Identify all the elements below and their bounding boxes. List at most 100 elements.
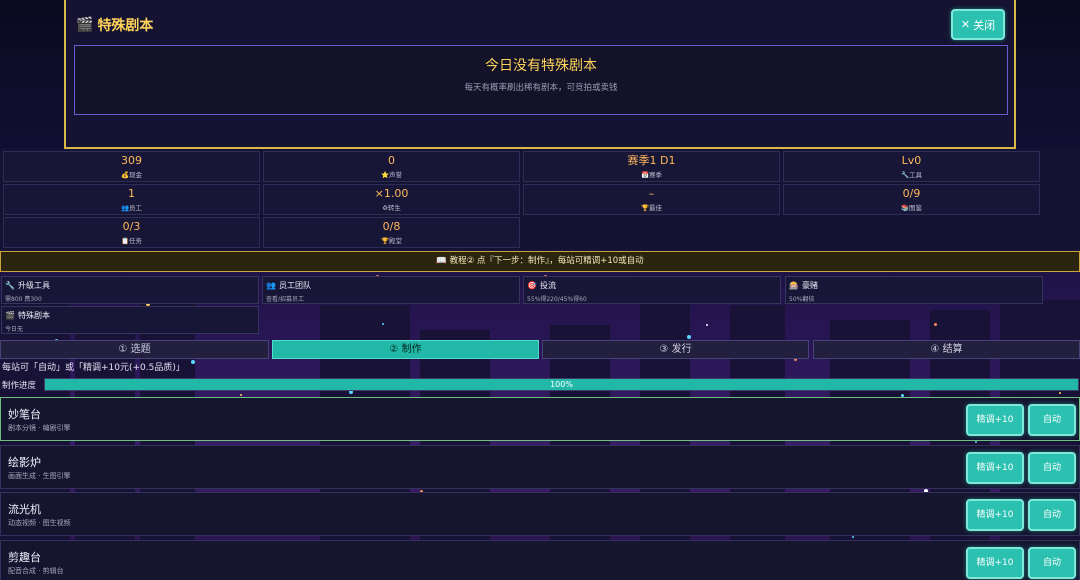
action-subtitle: 需800 费300 xyxy=(5,296,42,303)
station-desc: 配音合成 · 剪辑台 xyxy=(8,567,64,575)
books-icon: 📚 xyxy=(900,204,910,212)
auto-button[interactable]: 自动 xyxy=(1028,404,1076,436)
wrench-icon: 🔧 xyxy=(900,171,910,179)
station-hint: 每站可「自动」或「精调+10元(+0.5品质)」 xyxy=(2,363,185,373)
action-title: 员工团队 xyxy=(278,281,311,290)
clapperboard-icon: 🎬 xyxy=(5,311,15,320)
action-subtitle: 查看/招募员工 xyxy=(266,296,305,303)
stat-label: 📅赛季 xyxy=(640,171,663,179)
tab-topic[interactable]: ① 选题 xyxy=(0,340,269,359)
wrench-icon: 🔧 xyxy=(5,281,15,290)
station-row: 绘影炉 画面生成 · 生图引擎 精调+10 自动 xyxy=(0,445,1080,489)
promote-button[interactable]: 🎯 投流 55%得220/45%得60 xyxy=(523,276,781,304)
stat-value: 0/8 xyxy=(382,220,401,233)
special-script-button[interactable]: 🎬 特殊剧本今日无 xyxy=(1,306,259,334)
station-row: 妙笔台 剧本分镜 · 编剧引擎 精调+10 自动 xyxy=(0,397,1080,441)
empty-state-panel: 今日没有特殊剧本 每天有概率刷出稀有剧本，可竞拍或卖钱 xyxy=(74,45,1008,115)
modal-title: 🎬 特殊剧本 xyxy=(76,17,154,34)
people-icon: 👥 xyxy=(266,281,276,290)
station-name: 剪趣台 xyxy=(8,551,41,564)
game-screen: 309 💰现金 0 ⭐声誉 赛季1 D1 📅赛季 Lv0 🔧工具 1 👥员工 ×1.00 ♻… xyxy=(0,0,1080,580)
stat-reputation: 0 ⭐声誉 xyxy=(263,151,520,182)
stat-season: 赛季1 D1 📅赛季 xyxy=(523,151,780,182)
auto-button[interactable]: 自动 xyxy=(1028,499,1076,531)
action-subtitle: 55%得220/45%得60 xyxy=(527,296,587,303)
stat-label: ⭐声誉 xyxy=(380,171,403,179)
stats-panel: 309 💰现金 0 ⭐声誉 赛季1 D1 📅赛季 Lv0 🔧工具 1 👥员工 ×1.00 ♻… xyxy=(0,149,1080,250)
action-subtitle: 今日无 xyxy=(5,326,24,333)
calendar-icon: 📅 xyxy=(640,171,650,179)
action-title: 特殊剧本 xyxy=(17,311,50,320)
target-icon: 🎯 xyxy=(527,281,537,290)
auto-button[interactable]: 自动 xyxy=(1028,547,1076,579)
stat-value: 1 xyxy=(128,187,135,200)
clipboard-icon: 📋 xyxy=(120,237,130,245)
stat-collection: 0/9 📚图鉴 xyxy=(783,184,1040,215)
station-name: 妙笔台 xyxy=(8,408,41,421)
slot-machine-icon: 🎰 xyxy=(789,281,799,290)
stat-label: 📚图鉴 xyxy=(900,204,923,212)
city-light xyxy=(1059,392,1061,394)
action-title: 豪赌 xyxy=(801,281,818,290)
city-light xyxy=(687,335,691,339)
station-row: 剪趣台 配音合成 · 剪辑台 精调+10 自动 xyxy=(0,540,1080,580)
refine-button[interactable]: 精调+10 xyxy=(966,404,1024,436)
refine-button[interactable]: 精调+10 xyxy=(966,547,1024,579)
clapperboard-icon: 🎬 xyxy=(76,17,94,33)
action-title: 升级工具 xyxy=(17,281,50,290)
tab-settlement[interactable]: ④ 结算 xyxy=(813,340,1080,359)
city-light xyxy=(934,323,937,326)
stat-tasks: 0/3 📋任务 xyxy=(3,217,260,248)
refine-button[interactable]: 精调+10 xyxy=(966,499,1024,531)
city-light xyxy=(382,323,384,325)
progress-text: 100% xyxy=(550,380,573,389)
city-light xyxy=(852,536,854,538)
stat-value: 0 xyxy=(388,154,395,167)
stat-value: 0/9 xyxy=(902,187,921,200)
stat-label: 🔧工具 xyxy=(900,171,923,179)
city-light xyxy=(191,360,195,364)
empty-state-subtitle: 每天有概率刷出稀有剧本，可竞拍或卖钱 xyxy=(464,83,618,93)
city-light xyxy=(240,394,242,396)
trophy-icon: 🏆 xyxy=(640,204,650,212)
city-light xyxy=(975,441,977,443)
progress-label: 制作进度 xyxy=(2,381,37,391)
stat-label: 💰现金 xyxy=(120,171,143,179)
money-bag-icon: 💰 xyxy=(120,171,130,179)
station-name: 绘影炉 xyxy=(8,456,41,469)
stat-label: ♻转生 xyxy=(382,204,401,212)
people-icon: 👥 xyxy=(120,204,130,212)
city-light xyxy=(706,324,708,326)
auto-button[interactable]: 自动 xyxy=(1028,452,1076,484)
action-title: 投流 xyxy=(539,281,556,290)
stat-cash: 309 💰现金 xyxy=(3,151,260,182)
empty-state-title: 今日没有特殊剧本 xyxy=(485,58,597,74)
stat-value: Lv0 xyxy=(901,154,922,167)
stat-staff: 1 👥员工 xyxy=(3,184,260,215)
station-desc: 动态视频 · 图生视频 xyxy=(8,519,71,527)
stat-tools: Lv0 🔧工具 xyxy=(783,151,1040,182)
star-icon: ⭐ xyxy=(380,171,390,179)
close-button[interactable]: ✕ 关闭 xyxy=(951,9,1005,40)
staff-team-button[interactable]: 👥 员工团队查看/招募员工 xyxy=(262,276,520,304)
upgrade-tools-button[interactable]: 🔧 升级工具需800 费300 xyxy=(1,276,259,304)
stat-label: 🏆最佳 xyxy=(640,204,663,212)
stat-value: 赛季1 D1 xyxy=(627,154,676,167)
station-name: 流光机 xyxy=(8,503,41,516)
gamble-button[interactable]: 🎰 豪赌 50%翻倍 xyxy=(785,276,1043,304)
refine-button[interactable]: 精调+10 xyxy=(966,452,1024,484)
tab-production[interactable]: ② 制作 xyxy=(272,340,539,359)
stat-label: 🏆殿堂 xyxy=(380,237,403,245)
special-script-modal: 🎬 特殊剧本 ✕ 关闭 今日没有特殊剧本 每天有概率刷出稀有剧本，可竞拍或卖钱 xyxy=(64,0,1016,149)
tutorial-banner: 📖 教程② 点『下一步：制作』，每站可精调+10或自动 xyxy=(0,251,1080,272)
stat-value: 0/3 xyxy=(122,220,141,233)
stat-value: – xyxy=(648,187,655,200)
stat-hall-of-fame: 0/8 🏆殿堂 xyxy=(263,217,520,248)
station-desc: 剧本分镜 · 编剧引擎 xyxy=(8,424,71,432)
stat-rebirth: ×1.00 ♻转生 xyxy=(263,184,520,215)
close-icon: ✕ xyxy=(960,18,971,31)
stat-value: 309 xyxy=(121,154,142,167)
stat-best: – 🏆最佳 xyxy=(523,184,780,215)
stat-label: 👥员工 xyxy=(120,204,143,212)
tab-release[interactable]: ③ 发行 xyxy=(542,340,809,359)
